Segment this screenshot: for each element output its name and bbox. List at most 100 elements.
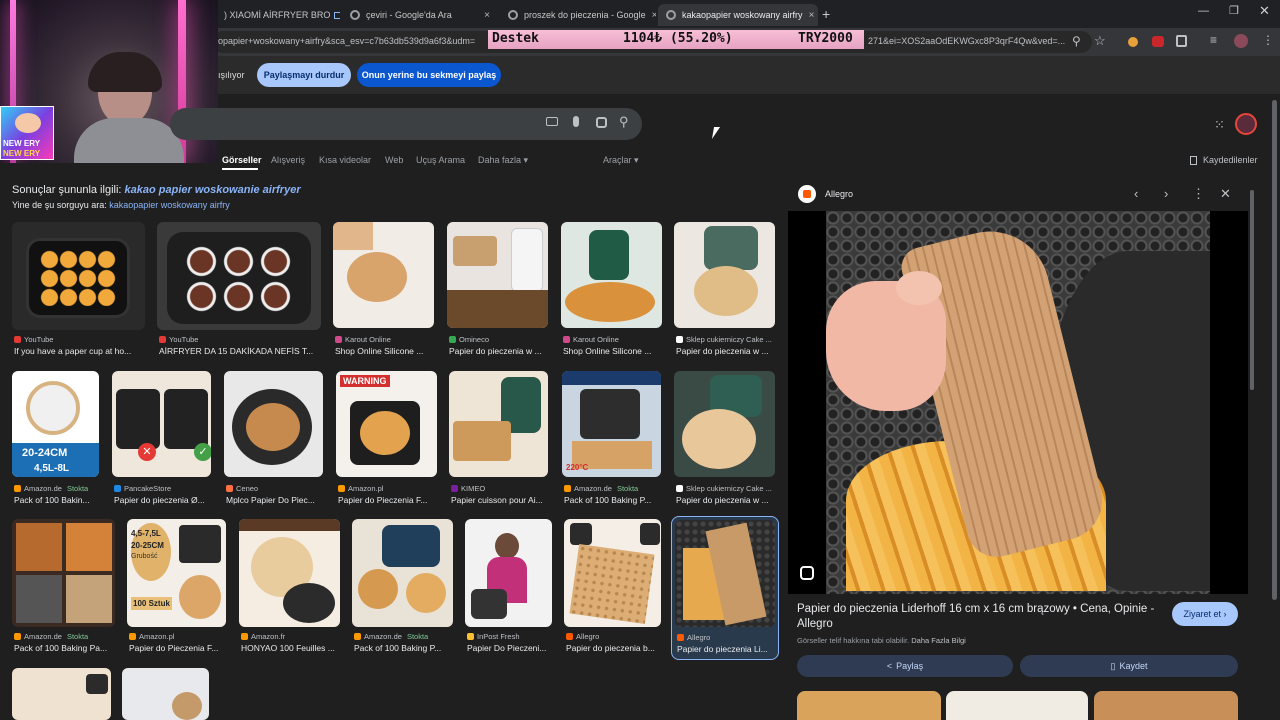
result-thumbnail[interactable] [122, 668, 209, 720]
search-input[interactable]: ⚲ [170, 108, 642, 140]
image-result[interactable]: Ceneo Mplco Papier Do Piec... [224, 371, 324, 509]
tab-short-videos[interactable]: Kısa videolar [319, 155, 371, 165]
close-window-icon[interactable]: ✕ [1259, 3, 1270, 19]
close-panel-icon[interactable]: ✕ [1220, 186, 1231, 202]
bookmark-star-icon[interactable]: ☆ [1094, 33, 1106, 49]
result-thumbnail[interactable] [12, 222, 145, 330]
result-title[interactable]: Papier do pieczenia w ... [676, 495, 776, 505]
image-result[interactable]: Sklep cukierniczy Cake ... Papier do pie… [674, 222, 776, 360]
close-icon[interactable]: × [646, 10, 656, 21]
result-title[interactable]: Mplco Papier Do Piec... [226, 495, 324, 505]
result-thumbnail[interactable]: 20-24CM 4,5L-8L [12, 371, 99, 477]
related-thumbnail[interactable] [1094, 691, 1238, 720]
image-result[interactable]: KIMEO Papier cuisson pour Ai... [449, 371, 549, 509]
result-title[interactable]: Papier do pieczenia w ... [449, 346, 549, 356]
result-thumbnail[interactable]: 220°C [562, 371, 661, 477]
result-thumbnail[interactable]: 4,5-7,5L 20-25CM Grubość 100 Sztuk [127, 519, 226, 627]
result-thumbnail[interactable] [157, 222, 321, 330]
tab-more[interactable]: Daha fazla ▾ [478, 155, 528, 166]
share-this-tab-button[interactable]: Onun yerine bu sekmeyi paylaş [357, 63, 501, 87]
result-title[interactable]: Papier Do Pieczeni... [467, 643, 553, 653]
result-title[interactable]: Papier cuisson pour Ai... [451, 495, 549, 505]
result-thumbnail[interactable] [449, 371, 548, 477]
image-result[interactable]: 4,5-7,5L 20-25CM Grubość 100 Sztuk Amazo… [127, 519, 227, 657]
visit-button[interactable]: Ziyaret et › [1172, 602, 1238, 626]
page-scrollbar[interactable] [1272, 100, 1277, 600]
result-thumbnail[interactable]: WARNING [336, 371, 437, 477]
result-title[interactable]: AİRFRYER DA 15 DAKİKADA NEFİS T... [159, 346, 319, 356]
lens-search-icon[interactable] [800, 566, 814, 580]
apps-grid-icon[interactable]: ⁙ [1214, 117, 1225, 133]
image-result[interactable]: 220°C Amazon.de Stokta Pack of 100 Baking… [562, 371, 662, 509]
tab-shopping[interactable]: Alışveriş [271, 155, 305, 165]
tab-xiaomi[interactable]: ) XIAOMİ AİRFRYER BRO × [216, 4, 340, 26]
next-icon[interactable]: › [1164, 186, 1168, 201]
result-thumbnail[interactable] [675, 520, 775, 627]
lens-icon[interactable] [596, 117, 607, 128]
related-term-link[interactable]: kakao papier woskowanie airfryer [125, 184, 301, 196]
result-title[interactable]: Pack of 100 Bakin... [14, 495, 100, 505]
image-result[interactable]: YouTube If you have a paper cup at ho... [12, 222, 146, 360]
search-icon[interactable]: ⚲ [619, 114, 629, 130]
result-thumbnail[interactable] [12, 668, 111, 720]
image-result[interactable]: Amazon.de Stokta Pack of 100 Baking P... [352, 519, 454, 657]
tab-images[interactable]: Görseller [222, 155, 262, 165]
tools-button[interactable]: Araçlar ▾ [603, 155, 639, 166]
image-result-selected[interactable]: Allegro Papier do pieczenia Li... [671, 516, 779, 660]
result-title[interactable]: HONYAO 100 Feuilles ... [241, 643, 341, 653]
tab-kakaopapier[interactable]: kakaopapier woskowany airfry × [658, 4, 818, 26]
keyboard-icon[interactable] [546, 117, 558, 126]
image-result[interactable]: Amazon.de Stokta Pack of 100 Baking Pa... [12, 519, 116, 657]
account-avatar[interactable] [1235, 113, 1257, 135]
preview-title[interactable]: Papier do pieczenia Liderhoff 16 cm x 16… [797, 602, 1163, 632]
result-thumbnail[interactable] [561, 222, 662, 328]
puzzle-icon[interactable] [1176, 35, 1187, 47]
previous-icon[interactable]: ‹ [1134, 186, 1138, 201]
result-title[interactable]: Papier do pieczenia Li... [677, 644, 775, 654]
more-options-icon[interactable]: ⋮ [1192, 186, 1205, 202]
extension-icon[interactable] [1152, 36, 1164, 47]
image-result[interactable]: Karout Online Shop Online Silicone ... [333, 222, 435, 360]
result-title[interactable]: Papier do pieczenia w ... [676, 346, 776, 356]
saved-link[interactable]: Kaydedilenler [1203, 155, 1258, 165]
close-icon[interactable]: × [478, 10, 490, 21]
site-name[interactable]: Allegro [825, 189, 853, 199]
image-result[interactable] [122, 668, 210, 720]
new-tab-button[interactable]: + [822, 6, 830, 22]
result-title[interactable]: If you have a paper cup at ho... [14, 346, 144, 356]
profile-avatar[interactable] [1234, 34, 1248, 48]
tab-proszek[interactable]: proszek do pieczenia - Google × [500, 4, 656, 26]
result-title[interactable]: Pack of 100 Baking P... [564, 495, 662, 505]
image-result[interactable]: Allegro Papier do pieczenia b... [564, 519, 662, 657]
result-thumbnail[interactable] [239, 519, 340, 627]
search-instead-link[interactable]: kakaopapier woskowany airfry [109, 200, 230, 210]
more-info-link[interactable]: Daha Fazla Bilgi [911, 636, 966, 645]
save-button[interactable]: ▯ Kaydet [1020, 655, 1238, 677]
result-title[interactable]: Pack of 100 Baking P... [354, 643, 454, 653]
result-thumbnail[interactable] [224, 371, 323, 477]
menu-icon[interactable]: ⋮ [1262, 33, 1274, 47]
extension-icon[interactable] [1128, 37, 1138, 47]
microphone-icon[interactable] [573, 116, 579, 127]
result-thumbnail[interactable] [12, 519, 115, 627]
tab-flights[interactable]: Uçuş Arama [416, 155, 465, 165]
image-result[interactable]: Karout Online Shop Online Silicone ... [561, 222, 663, 360]
result-thumbnail[interactable] [333, 222, 434, 328]
result-thumbnail[interactable] [447, 222, 548, 328]
result-title[interactable]: Papier do Pieczenia F... [338, 495, 438, 505]
related-thumbnail[interactable] [946, 691, 1088, 720]
image-result[interactable]: Omineco Papier do pieczenia w ... [447, 222, 549, 360]
image-result[interactable]: InPost Fresh Papier Do Pieczeni... [465, 519, 553, 657]
zoom-icon[interactable]: ⚲ [1072, 34, 1081, 48]
result-title[interactable]: Papier do pieczenia b... [566, 643, 662, 653]
related-thumbnail[interactable] [797, 691, 941, 720]
result-title[interactable]: Papier do pieczenia Ø... [114, 495, 212, 505]
tab-web[interactable]: Web [385, 155, 403, 165]
image-result[interactable] [12, 668, 112, 720]
image-result[interactable]: YouTube AİRFRYER DA 15 DAKİKADA NEFİS T.… [157, 222, 321, 360]
image-result[interactable]: ✕ ✓ PancakeStore Papier do pieczenia Ø..… [112, 371, 212, 509]
result-thumbnail[interactable] [674, 371, 775, 477]
image-result[interactable]: 20-24CM 4,5L-8L Amazon.de Stokta Pack of … [12, 371, 100, 509]
media-icon[interactable]: ≡ [1210, 33, 1217, 47]
share-button[interactable]: < Paylaş [797, 655, 1013, 677]
